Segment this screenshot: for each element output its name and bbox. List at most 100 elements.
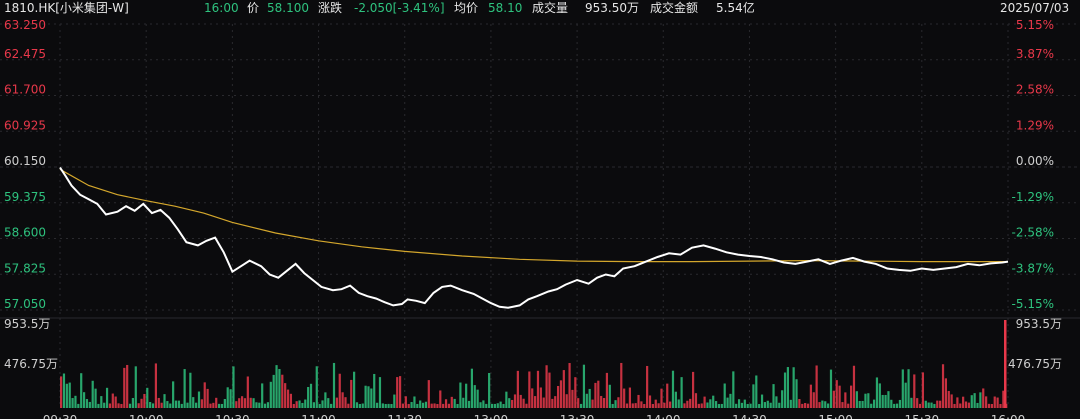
volume-bar	[640, 401, 643, 408]
volume-bar	[482, 400, 485, 408]
volume-bar	[220, 403, 224, 408]
volume-bar	[91, 380, 94, 408]
volume-bar	[824, 401, 827, 408]
volume-bar	[804, 403, 807, 408]
volume-bar	[683, 403, 686, 408]
volume-bar	[579, 403, 583, 408]
volume-bar	[694, 393, 698, 408]
volume-bar	[646, 365, 649, 408]
volume-bar	[872, 399, 876, 408]
volume-bar	[867, 393, 870, 408]
volume-bar	[571, 389, 574, 408]
volume-bar	[401, 403, 405, 408]
volume-bar	[312, 402, 315, 408]
volume-bar	[534, 396, 537, 408]
volume-bar	[338, 373, 341, 408]
volume-bar	[332, 362, 336, 408]
volume-bar	[298, 400, 301, 408]
intraday-chart: 63.250 62.475 61.700 60.925 60.150 59.375 58.6…	[0, 0, 1080, 419]
volume-bar	[568, 363, 571, 408]
volume-bar	[973, 393, 976, 408]
volume-bar	[850, 385, 853, 408]
volume-bar	[355, 402, 359, 408]
volume-bar	[80, 373, 83, 408]
volume-bar	[531, 388, 534, 408]
volume-bar	[548, 372, 551, 408]
volume-bar	[809, 384, 812, 408]
volume-bar	[625, 403, 629, 408]
volume-bar	[976, 402, 979, 408]
volume-bar	[252, 398, 255, 408]
chart-background	[0, 0, 1080, 419]
volume-bar	[939, 400, 942, 408]
volume-bar	[172, 381, 175, 408]
percent-tick-label: -2.58%	[1012, 226, 1054, 240]
volume-bar	[209, 403, 212, 408]
volume-bar	[226, 387, 229, 408]
volume-bar	[378, 377, 382, 408]
volume-bar	[737, 399, 741, 408]
volume-tick-label: 476.75万	[4, 357, 58, 371]
volume-bar	[669, 401, 672, 408]
volume-bar	[137, 403, 140, 408]
volume-bar	[956, 397, 959, 408]
volume-bar	[740, 402, 744, 408]
volume-bar	[502, 403, 505, 408]
volume-bar	[726, 397, 729, 408]
volume-bar	[993, 396, 996, 408]
volume-bar	[232, 366, 235, 408]
time-tick-label: 13:30	[560, 413, 595, 419]
volume-bar	[554, 396, 557, 408]
volume-bar	[812, 392, 815, 408]
volume-bar	[712, 395, 715, 408]
volume-bar	[347, 403, 350, 408]
price-tick-label: 61.700	[4, 83, 46, 97]
volume-bar	[111, 393, 114, 408]
volume-bar	[488, 373, 491, 408]
volume-bar	[838, 385, 841, 408]
volume-bar	[479, 402, 482, 408]
volume-bar	[341, 392, 344, 408]
volume-bar	[235, 401, 238, 408]
volume-bar	[146, 387, 149, 408]
volume-bar	[68, 382, 71, 408]
volume-bar	[197, 391, 201, 408]
volume-bar	[387, 403, 390, 408]
volume-bar-close	[1004, 320, 1007, 408]
volume-bar	[496, 403, 499, 408]
volume-bar	[806, 403, 810, 408]
volume-bar	[654, 399, 657, 408]
volume-bar	[766, 400, 769, 408]
volume-bar	[706, 402, 709, 408]
avg-value: 58.10	[488, 1, 523, 15]
volume-bar	[594, 382, 597, 408]
volume-bar	[760, 394, 764, 408]
volume-bar	[953, 403, 956, 408]
volume-bar	[890, 399, 893, 408]
volume-bar	[100, 396, 103, 408]
volume-bar	[473, 385, 476, 408]
volume-bar	[835, 380, 838, 408]
volume-bar	[749, 403, 752, 408]
volume-bar	[430, 403, 433, 408]
volume-bar	[947, 390, 950, 408]
volume-bar	[878, 383, 881, 408]
time-tick-label: 11:00	[301, 413, 336, 419]
volume-bar	[591, 399, 594, 408]
volume-bar	[453, 398, 456, 408]
volume-bar	[855, 391, 858, 408]
volume-bar	[246, 376, 249, 408]
volume-bar	[200, 399, 203, 408]
volume-bar	[120, 403, 123, 408]
volume-bar	[623, 388, 626, 408]
volume-bar	[286, 389, 290, 408]
volume-bar	[901, 369, 904, 408]
volume-bar	[327, 398, 330, 408]
volume-tick-label-right: 476.75万	[1008, 357, 1062, 371]
volume-bar	[634, 403, 637, 408]
volume-bar	[263, 403, 267, 408]
volume-bar	[65, 383, 68, 408]
volume-bar	[600, 395, 603, 408]
volume-bar	[746, 403, 749, 408]
time-tick-label: 10:00	[129, 413, 164, 419]
